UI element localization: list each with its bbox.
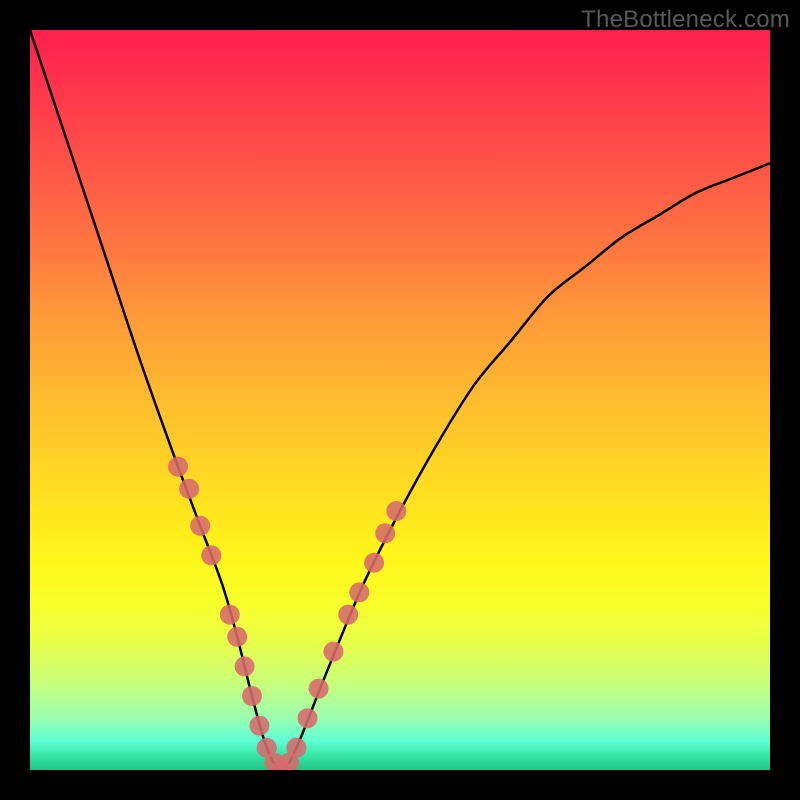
marker-bead bbox=[338, 605, 358, 625]
marker-bead bbox=[386, 501, 406, 521]
chart-svg bbox=[30, 30, 770, 770]
watermark-text: TheBottleneck.com bbox=[581, 6, 790, 34]
curve-path bbox=[30, 30, 770, 770]
marker-bead bbox=[179, 479, 199, 499]
marker-bead bbox=[298, 708, 318, 728]
marker-bead bbox=[227, 627, 247, 647]
marker-bead bbox=[309, 679, 329, 699]
marker-bead bbox=[375, 523, 395, 543]
marker-beads bbox=[168, 457, 406, 770]
marker-bead bbox=[286, 738, 306, 758]
marker-bead bbox=[190, 516, 210, 536]
marker-bead bbox=[349, 582, 369, 602]
marker-bead bbox=[201, 545, 221, 565]
marker-bead bbox=[323, 642, 343, 662]
marker-bead bbox=[249, 716, 269, 736]
marker-bead bbox=[242, 686, 262, 706]
chart-frame: TheBottleneck.com bbox=[0, 0, 800, 800]
marker-bead bbox=[364, 553, 384, 573]
marker-bead bbox=[168, 457, 188, 477]
chart-plot-area bbox=[30, 30, 770, 770]
marker-bead bbox=[235, 656, 255, 676]
marker-bead bbox=[220, 605, 240, 625]
